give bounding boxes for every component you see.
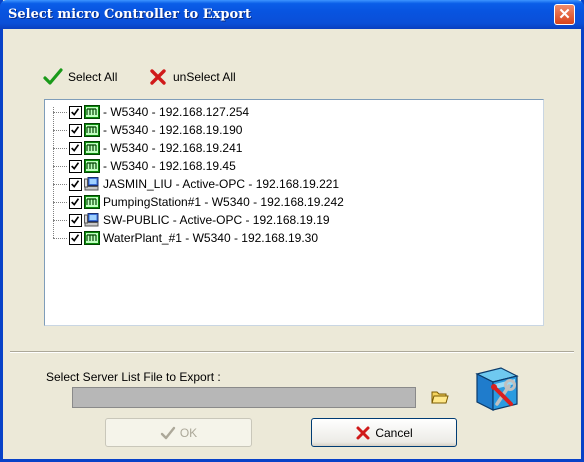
computer-icon bbox=[84, 213, 99, 227]
controller-row[interactable]: - W5340 - 192.168.19.45 bbox=[53, 157, 236, 175]
controller-tree[interactable]: - W5340 - 192.168.127.254 - W5340 - 192.… bbox=[44, 99, 544, 326]
unselect-all-label: unSelect All bbox=[173, 70, 236, 84]
select-all-label: Select All bbox=[68, 70, 118, 84]
cancel-button[interactable]: Cancel bbox=[311, 418, 457, 447]
controller-row[interactable]: JASMIN_LIU - Active-OPC - 192.168.19.221 bbox=[53, 175, 339, 193]
controller-checkbox[interactable] bbox=[69, 177, 82, 191]
controller-label: PumpingStation#1 - W5340 - 192.168.19.24… bbox=[103, 195, 344, 209]
controller-checkbox[interactable] bbox=[69, 105, 82, 119]
controller-row[interactable]: PumpingStation#1 - W5340 - 192.168.19.24… bbox=[53, 193, 344, 211]
unselect-all-button[interactable]: unSelect All bbox=[148, 67, 236, 87]
controller-row[interactable]: WaterPlant_#1 - W5340 - 192.168.19.30 bbox=[53, 229, 318, 247]
window-title: Select micro Controller to Export bbox=[8, 7, 251, 22]
controller-row[interactable]: - W5340 - 192.168.19.241 bbox=[53, 139, 242, 157]
controller-module-icon bbox=[84, 123, 100, 137]
check-icon bbox=[160, 426, 176, 439]
controller-row[interactable]: - W5340 - 192.168.19.190 bbox=[53, 121, 242, 139]
separator bbox=[10, 351, 574, 353]
controller-module-icon bbox=[84, 141, 100, 155]
controller-label: SW-PUBLIC - Active-OPC - 192.168.19.19 bbox=[103, 213, 330, 227]
server-list-label: Select Server List File to Export : bbox=[46, 370, 221, 384]
controller-label: WaterPlant_#1 - W5340 - 192.168.19.30 bbox=[103, 231, 319, 245]
tools-config-icon bbox=[475, 367, 519, 411]
controller-label: - W5340 - 192.168.19.241 bbox=[103, 141, 243, 155]
controller-module-icon bbox=[84, 195, 100, 209]
title-bar[interactable]: Select micro Controller to Export ✕ bbox=[0, 0, 584, 29]
open-folder-icon[interactable] bbox=[431, 389, 449, 405]
controller-label: - W5340 - 192.168.127.254 bbox=[103, 105, 250, 119]
controller-module-icon bbox=[84, 159, 100, 173]
red-x-icon bbox=[356, 426, 370, 439]
controller-label: JASMIN_LIU - Active-OPC - 192.168.19.221 bbox=[103, 177, 340, 191]
computer-icon bbox=[84, 177, 99, 191]
green-check-icon bbox=[43, 68, 63, 85]
export-dialog: Select micro Controller to Export ✕ Sele… bbox=[0, 0, 584, 462]
controller-module-icon bbox=[84, 231, 100, 245]
controller-label: - W5340 - 192.168.19.45 bbox=[103, 159, 236, 173]
ok-button[interactable]: OK bbox=[105, 418, 252, 447]
select-all-button[interactable]: Select All bbox=[43, 67, 117, 87]
cancel-label: Cancel bbox=[375, 425, 413, 440]
controller-checkbox[interactable] bbox=[69, 123, 82, 137]
close-icon: ✕ bbox=[558, 6, 571, 23]
controller-label: - W5340 - 192.168.19.190 bbox=[103, 123, 243, 137]
controller-checkbox[interactable] bbox=[69, 231, 82, 245]
ok-label: OK bbox=[179, 425, 198, 440]
controller-module-icon bbox=[84, 105, 100, 119]
controller-checkbox[interactable] bbox=[69, 213, 82, 227]
controller-checkbox[interactable] bbox=[69, 195, 82, 209]
server-list-path-field[interactable] bbox=[72, 387, 416, 408]
controller-row[interactable]: SW-PUBLIC - Active-OPC - 192.168.19.19 bbox=[53, 211, 330, 229]
controller-checkbox[interactable] bbox=[69, 141, 82, 155]
red-x-icon bbox=[150, 69, 166, 85]
close-button[interactable]: ✕ bbox=[554, 4, 575, 25]
controller-checkbox[interactable] bbox=[69, 159, 82, 173]
controller-row[interactable]: - W5340 - 192.168.127.254 bbox=[53, 103, 249, 121]
